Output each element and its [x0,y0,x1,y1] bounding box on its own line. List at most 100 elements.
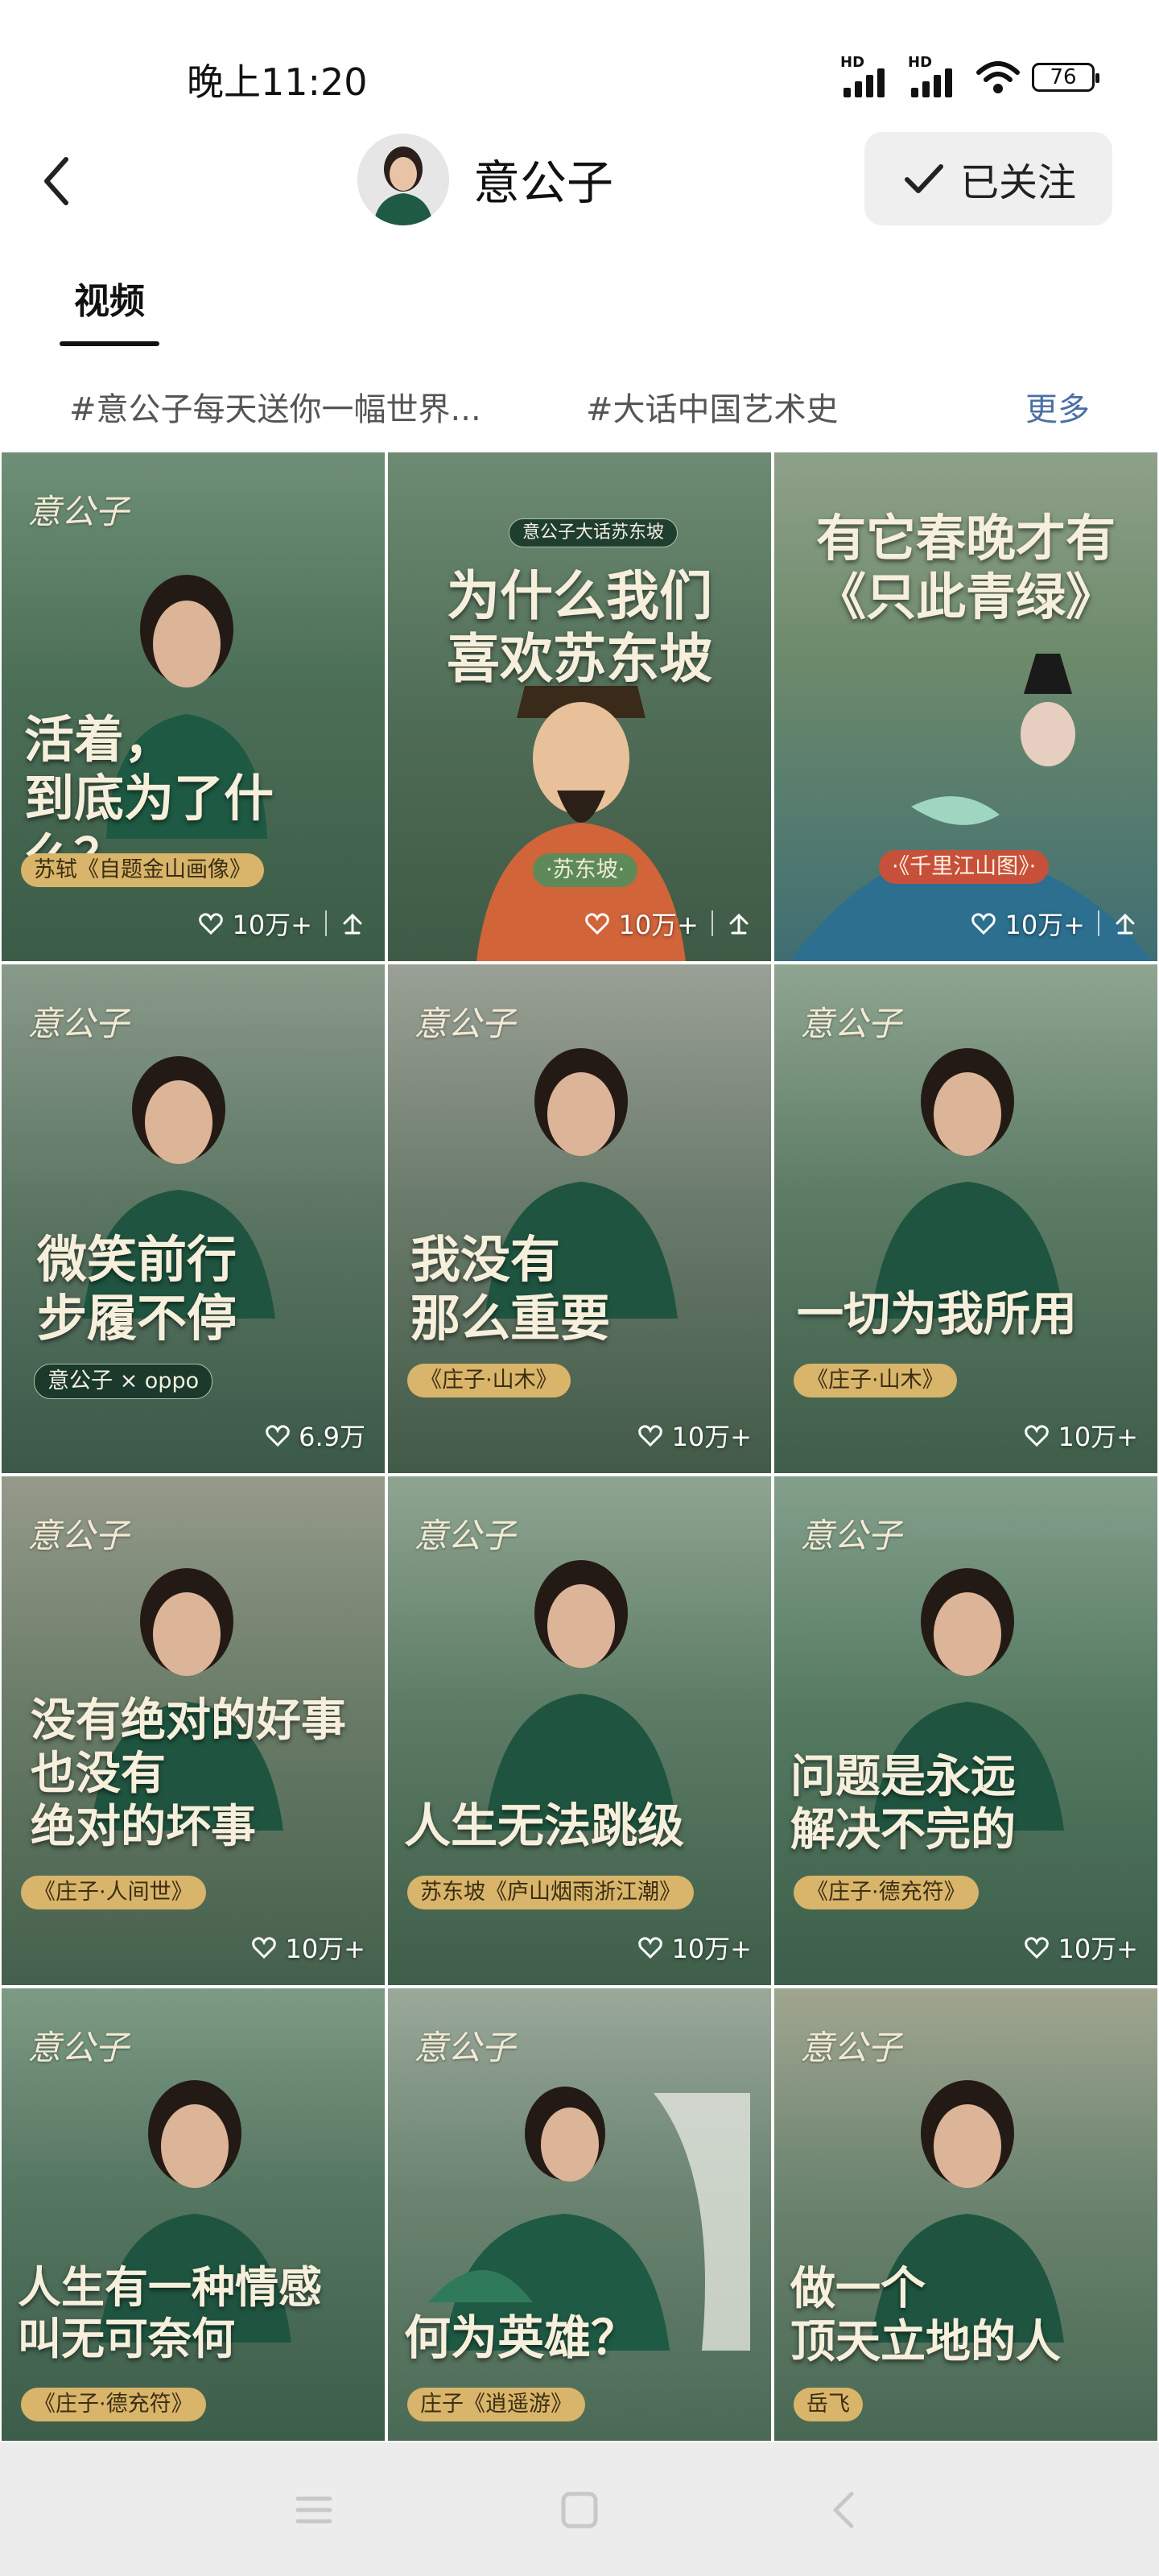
like-count-text: 10万+ [1004,910,1085,940]
like-count-text: 10万+ [671,1422,752,1452]
cellular-signal-icon: HD [840,54,897,97]
topic-chip[interactable]: #大话中国艺术史 [586,383,839,430]
like-count-text: 10万+ [671,1934,752,1964]
back-arrow-icon[interactable] [32,153,89,209]
heart-icon [1025,1937,1050,1959]
video-headline: 一切为我所用 [797,1286,1078,1341]
avatar[interactable] [357,134,449,225]
video-tag: 《庄子·山木》 [794,1364,957,1397]
tab-video[interactable]: 视频 [60,272,159,324]
video-headline: 为什么我们 喜欢苏东坡 [447,564,712,690]
video-headline: 我没有 那么重要 [410,1230,611,1348]
divider [325,910,327,936]
divider [1098,910,1099,936]
video-headline: 没有绝对的好事 也没有 绝对的坏事 [31,1694,346,1854]
video-tile[interactable]: 意公子 问题是永远 解决不完的 《庄子·德充符》 10万+ [774,1476,1157,1985]
like-count-text: 10万+ [285,1934,365,1964]
brand-logo: 意公子 [800,1516,902,1555]
video-headline: 有它春晚才有 《只此青绿》 [815,509,1116,627]
video-tag: 意公子 × oppo [34,1364,213,1399]
video-headline: 微笑前行 步履不停 [37,1230,237,1348]
tab-bar: 视频 [0,258,1159,346]
like-count: 10万+ [251,1929,365,1966]
video-headline: 做一个 顶天立地的人 [790,2262,1061,2369]
video-headline: 人生无法跳级 [404,1798,685,1853]
video-tile[interactable]: 意公子 一切为我所用 《庄子·山木》 10万+ [774,964,1157,1473]
video-tag: ·苏东坡· [533,853,638,887]
profile-header: 意公子 已关注 [0,121,1159,242]
video-tile[interactable]: 意公子 何为英雄？ 庄子《逍遥游》 [388,1988,771,2441]
video-tile[interactable]: 意公子 微笑前行 步履不停 意公子 × oppo 6.9万 [2,964,385,1473]
video-tag: 《庄子·山木》 [407,1364,571,1397]
pin-top-icon[interactable] [1112,910,1138,936]
status-icons: HD HD 76 [840,54,1099,100]
video-tile[interactable]: 有它春晚才有 《只此青绿》 ·《千里江山图》· 10万+ [774,452,1157,961]
status-time: 晚上11:20 [187,60,368,104]
series-label: 意公子大话苏东坡 [509,518,678,547]
video-tile[interactable]: 意公子 做一个 顶天立地的人 岳飞 [774,1988,1157,2441]
brand-logo: 意公子 [27,2028,130,2067]
heart-icon [266,1425,290,1447]
video-grid: 意公子 活着， 到底为了什么？ 苏轼《自题金山画像》 10万+ 意公子大话苏东坡… [0,452,1159,2441]
topic-chip[interactable]: #意公子每天送你一幅世界... [69,383,481,430]
like-count: 10万+ [198,905,365,942]
like-count-text: 6.9万 [299,1422,365,1452]
heart-icon [638,1425,663,1447]
checkmark-icon [904,164,943,193]
pin-top-icon[interactable] [726,910,752,936]
portrait-illustration [485,1560,678,1831]
video-tile[interactable]: 意公子 活着， 到底为了什么？ 苏轼《自题金山画像》 10万+ [2,452,385,961]
home-icon[interactable] [555,2486,604,2534]
follow-button[interactable]: 已关注 [864,132,1112,225]
like-count: 10万+ [1024,1929,1138,1966]
video-tag: 苏东坡《庐山烟雨浙江潮》 [407,1876,694,1909]
video-tag: 《庄子·人间世》 [21,1876,206,1909]
like-count: 10万+ [971,905,1138,942]
video-tile[interactable]: 意公子 没有绝对的好事 也没有 绝对的坏事 《庄子·人间世》 10万+ [2,1476,385,1985]
brand-logo: 意公子 [27,1516,130,1555]
brand-logo: 意公子 [414,1516,516,1555]
heart-icon [585,913,610,935]
heart-icon [1025,1425,1050,1447]
status-bar: 晚上11:20 HD HD 76 [0,0,1159,121]
portrait-illustration [871,1048,1064,1319]
topic-row: #意公子每天送你一幅世界... #大话中国艺术史 更多 [0,370,1159,443]
battery-level: 76 [1050,65,1077,89]
like-count-text: 10万+ [618,910,699,940]
heart-icon [199,913,224,935]
battery-icon: 76 [1032,63,1099,92]
follow-button-label: 已关注 [959,160,1076,205]
video-tile[interactable]: 意公子 我没有 那么重要 《庄子·山木》 10万+ [388,964,771,1473]
video-tile[interactable]: 意公子 人生无法跳级 苏东坡《庐山烟雨浙江潮》 10万+ [388,1476,771,1985]
more-topics-link[interactable]: 更多 [1025,383,1090,430]
video-tag: ·《千里江山图》· [879,850,1050,884]
portrait-illustration [428,2087,750,2351]
like-count-text: 10万+ [1058,1422,1138,1452]
brand-logo: 意公子 [414,2028,516,2067]
brand-logo: 意公子 [27,1004,130,1043]
video-tag: 《庄子·德充符》 [794,1876,979,1909]
video-tile[interactable]: 意公子 人生有一种情感 叫无可奈何 《庄子·德充符》 [2,1988,385,2441]
pin-top-icon[interactable] [340,910,365,936]
video-tag: 《庄子·德充符》 [21,2388,206,2421]
wifi-icon [976,61,1020,93]
like-count: 10万+ [637,1929,752,1966]
like-count: 10万+ [584,905,752,942]
like-count-text: 10万+ [1058,1934,1138,1964]
heart-icon [638,1937,663,1959]
video-tag: 苏轼《自题金山画像》 [21,853,264,887]
menu-icon[interactable] [290,2486,338,2534]
cellular-signal-icon: HD [908,54,964,97]
video-tile[interactable]: 意公子大话苏东坡 为什么我们 喜欢苏东坡 ·苏东坡· 10万+ [388,452,771,961]
like-count-text: 10万+ [232,910,312,940]
back-icon[interactable] [821,2486,869,2534]
brand-logo: 意公子 [27,492,130,531]
video-headline: 问题是永远 解决不完的 [790,1750,1016,1857]
brand-logo: 意公子 [800,2028,902,2067]
heart-icon [252,1937,277,1959]
video-tag: 岳飞 [794,2388,863,2421]
brand-logo: 意公子 [800,1004,902,1043]
like-count: 10万+ [637,1417,752,1454]
like-count: 10万+ [1024,1417,1138,1454]
video-headline: 人生有一种情感 叫无可奈何 [18,2261,322,2364]
